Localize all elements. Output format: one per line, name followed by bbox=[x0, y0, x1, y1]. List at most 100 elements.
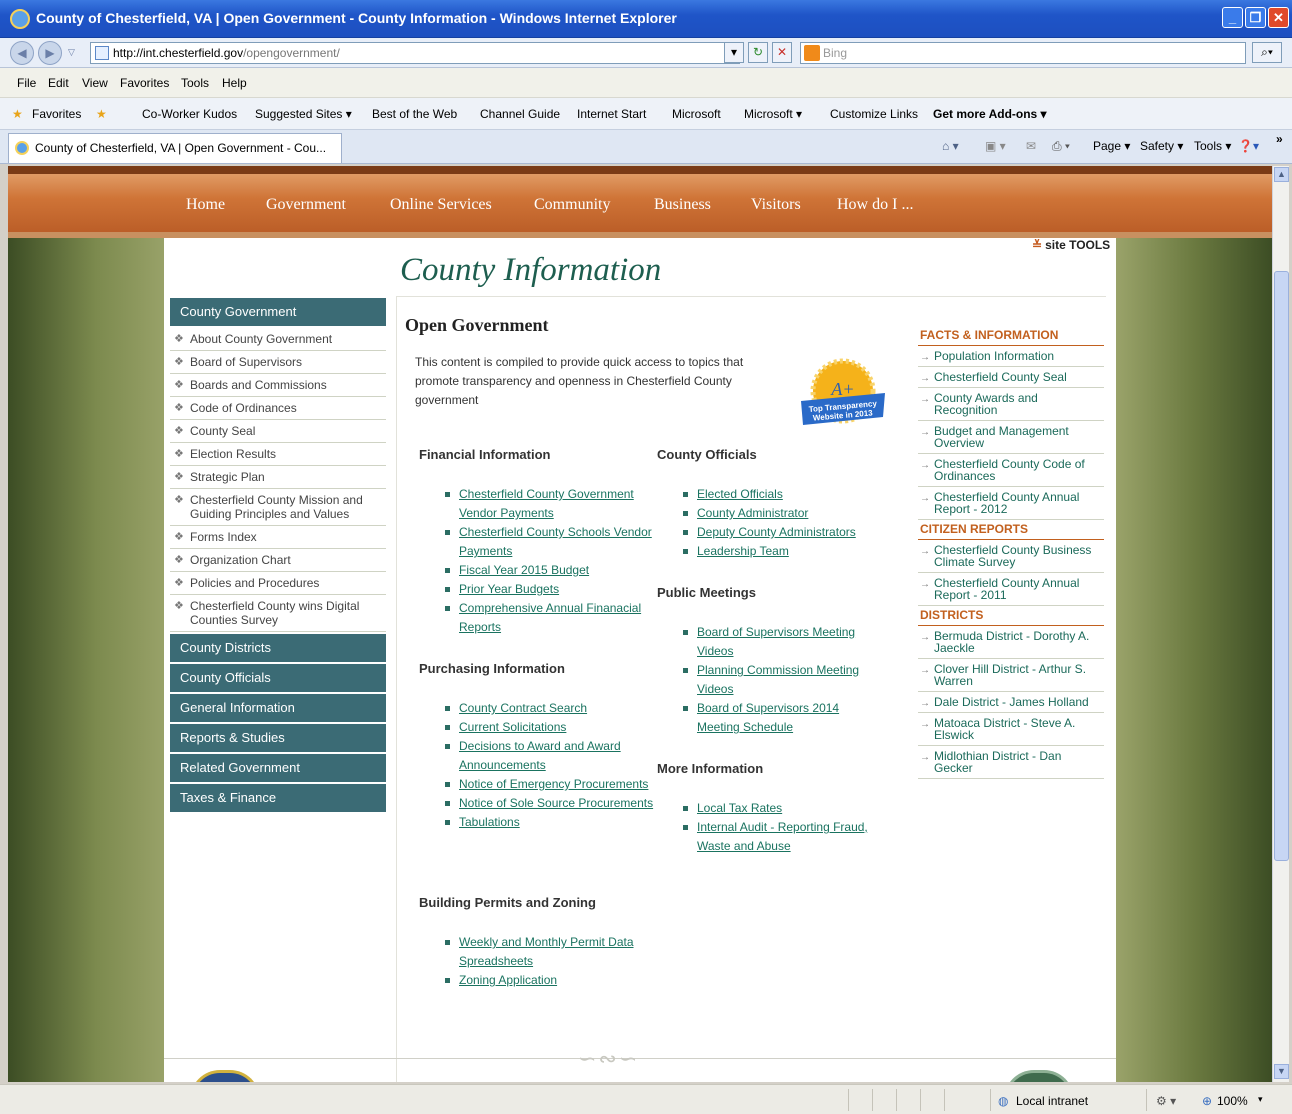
link-emergency-procurements[interactable]: Notice of Emergency Procurements bbox=[459, 777, 648, 791]
fav-internet-start[interactable]: Internet Start bbox=[577, 107, 646, 121]
leftnav-item[interactable]: ❖ Organization Chart bbox=[170, 549, 386, 572]
nav-how-do-i[interactable]: How do I ... bbox=[837, 196, 913, 214]
address-dropdown-button[interactable]: ▾ bbox=[724, 42, 744, 63]
link-tabulations[interactable]: Tabulations bbox=[459, 815, 520, 829]
link-elected-officials[interactable]: Elected Officials bbox=[697, 487, 783, 501]
fav-microsoft[interactable]: Microsoft bbox=[672, 107, 721, 121]
fav-customize-links[interactable]: Customize Links bbox=[830, 107, 918, 121]
close-button[interactable]: ✕ bbox=[1268, 7, 1289, 28]
leftnav-section-county-government[interactable]: County Government bbox=[170, 298, 386, 326]
facts-item[interactable]: → Population Information bbox=[918, 346, 1104, 367]
menu-favorites[interactable]: Favorites bbox=[120, 76, 169, 90]
link-bos-meeting-videos[interactable]: Board of Supervisors Meeting Videos bbox=[697, 625, 855, 658]
nav-community[interactable]: Community bbox=[534, 196, 610, 214]
district-item[interactable]: → Bermuda District - Dorothy A. Jaeckle bbox=[918, 626, 1104, 659]
fav-suggested-sites[interactable]: Suggested Sites ▾ bbox=[255, 107, 352, 121]
link-annual-financial-reports[interactable]: Comprehensive Annual Finanacial Reports bbox=[459, 601, 641, 634]
page-menu[interactable]: Page ▾ bbox=[1093, 139, 1130, 153]
link-schools-vendor-payments[interactable]: Chesterfield County Schools Vendor Payme… bbox=[459, 525, 652, 558]
fav-channel-guide[interactable]: Channel Guide bbox=[480, 107, 560, 121]
fav-best-of-web[interactable]: Best of the Web bbox=[372, 107, 457, 121]
facts-item[interactable]: → Chesterfield County Seal bbox=[918, 367, 1104, 388]
nav-online-services[interactable]: Online Services bbox=[390, 196, 492, 214]
link-prior-year-budgets[interactable]: Prior Year Budgets bbox=[459, 582, 559, 596]
leftnav-item[interactable]: ❖ Boards and Commissions bbox=[170, 374, 386, 397]
leftnav-item[interactable]: ❖ Forms Index bbox=[170, 526, 386, 549]
minimize-button[interactable]: _ bbox=[1222, 7, 1243, 28]
zoom-dropdown-icon[interactable]: ▾ bbox=[1258, 1094, 1263, 1105]
back-button[interactable]: ◀ bbox=[10, 41, 34, 65]
nav-government[interactable]: Government bbox=[266, 196, 346, 214]
fav-coworker-kudos[interactable]: Co-Worker Kudos bbox=[142, 107, 237, 121]
leftnav-section-reports-studies[interactable]: Reports & Studies bbox=[170, 724, 386, 752]
menu-help[interactable]: Help bbox=[222, 76, 247, 90]
protected-mode-icon[interactable]: ⚙ ▾ bbox=[1156, 1094, 1176, 1108]
nav-visitors[interactable]: Visitors bbox=[751, 196, 801, 214]
facts-item[interactable]: → Chesterfield County Code of Ordinances bbox=[918, 454, 1104, 487]
add-favorite-icon[interactable]: ★ bbox=[96, 107, 107, 121]
link-planning-commission-videos[interactable]: Planning Commission Meeting Videos bbox=[697, 663, 859, 696]
link-decisions-to-award[interactable]: Decisions to Award and Award Announcemen… bbox=[459, 739, 621, 772]
facts-item[interactable]: → Chesterfield County Annual Report - 201… bbox=[918, 487, 1104, 520]
home-icon[interactable]: ⌂ ▾ bbox=[942, 139, 959, 153]
leftnav-item[interactable]: ❖ Election Results bbox=[170, 443, 386, 466]
facts-item[interactable]: → County Awards and Recognition bbox=[918, 388, 1104, 421]
district-item[interactable]: → Matoaca District - Steve A. Elswick bbox=[918, 713, 1104, 746]
scroll-down-icon[interactable]: ▼ bbox=[1274, 1064, 1289, 1079]
link-permit-data[interactable]: Weekly and Monthly Permit Data Spreadshe… bbox=[459, 935, 634, 968]
feeds-icon[interactable]: ▣ ▾ bbox=[985, 139, 1006, 153]
link-sole-source[interactable]: Notice of Sole Source Procurements bbox=[459, 796, 653, 810]
leftnav-item[interactable]: ❖ County Seal bbox=[170, 420, 386, 443]
leftnav-item[interactable]: ❖ Code of Ordinances bbox=[170, 397, 386, 420]
link-county-administrator[interactable]: County Administrator bbox=[697, 506, 808, 520]
stop-button[interactable]: ✕ bbox=[772, 42, 792, 63]
link-local-tax-rates[interactable]: Local Tax Rates bbox=[697, 801, 782, 815]
link-government-vendor-payments[interactable]: Chesterfield County Government Vendor Pa… bbox=[459, 487, 634, 520]
restore-button[interactable]: ❐ bbox=[1245, 7, 1266, 28]
citizen-item[interactable]: → Chesterfield County Business Climate Su… bbox=[918, 540, 1104, 573]
search-button[interactable]: ⌕▾ bbox=[1252, 42, 1282, 63]
help-icon[interactable]: ❓▾ bbox=[1238, 139, 1259, 153]
nav-business[interactable]: Business bbox=[654, 196, 711, 214]
link-bos-2014-schedule[interactable]: Board of Supervisors 2014 Meeting Schedu… bbox=[697, 701, 839, 734]
leftnav-section-taxes-finance[interactable]: Taxes & Finance bbox=[170, 784, 386, 812]
history-dropdown-icon[interactable]: ▽ bbox=[68, 47, 75, 58]
zoom-level[interactable]: 100% bbox=[1217, 1094, 1248, 1108]
district-item[interactable]: → Midlothian District - Dan Gecker bbox=[918, 746, 1104, 779]
link-fy2015-budget[interactable]: Fiscal Year 2015 Budget bbox=[459, 563, 589, 577]
link-current-solicitations[interactable]: Current Solicitations bbox=[459, 720, 566, 734]
scrollbar-thumb[interactable] bbox=[1274, 271, 1289, 861]
leftnav-section-county-districts[interactable]: County Districts bbox=[170, 634, 386, 662]
leftnav-item[interactable]: ❖ Policies and Procedures bbox=[170, 572, 386, 595]
site-tools-button[interactable]: ≚ site TOOLS bbox=[1032, 238, 1110, 252]
leftnav-section-general-information[interactable]: General Information bbox=[170, 694, 386, 722]
leftnav-item[interactable]: ❖ About County Government bbox=[170, 328, 386, 351]
menu-file[interactable]: File bbox=[17, 76, 36, 90]
favorites-button[interactable]: Favorites bbox=[32, 107, 81, 121]
leftnav-section-county-officials[interactable]: County Officials bbox=[170, 664, 386, 692]
link-zoning-application[interactable]: Zoning Application bbox=[459, 973, 557, 987]
leftnav-section-related-government[interactable]: Related Government bbox=[170, 754, 386, 782]
url-input[interactable]: http://int.chesterfield.gov/opengovernme… bbox=[90, 42, 740, 64]
scroll-up-icon[interactable]: ▲ bbox=[1274, 167, 1289, 182]
print-icon[interactable]: ⎙ ▾ bbox=[1052, 139, 1070, 154]
forward-button[interactable]: ▶ bbox=[38, 41, 62, 65]
menu-tools[interactable]: Tools bbox=[181, 76, 209, 90]
fav-microsoft-folder[interactable]: Microsoft ▾ bbox=[744, 107, 802, 121]
menu-edit[interactable]: Edit bbox=[48, 76, 69, 90]
browser-tab[interactable]: County of Chesterfield, VA | Open Govern… bbox=[8, 133, 342, 163]
leftnav-item[interactable]: ❖ Chesterfield County wins Digital Counti… bbox=[170, 595, 386, 632]
facts-item[interactable]: → Budget and Management Overview bbox=[918, 421, 1104, 454]
refresh-button[interactable]: ↻ bbox=[748, 42, 768, 63]
safety-menu[interactable]: Safety ▾ bbox=[1140, 139, 1183, 153]
fav-get-addons[interactable]: Get more Add-ons ▾ bbox=[933, 107, 1047, 121]
search-input[interactable]: Bing bbox=[800, 42, 1246, 64]
leftnav-item[interactable]: ❖ Chesterfield County Mission and Guiding… bbox=[170, 489, 386, 526]
vertical-scrollbar[interactable]: ▲ ▼ bbox=[1272, 166, 1289, 1082]
tools-menu[interactable]: Tools ▾ bbox=[1194, 139, 1231, 153]
link-deputy-administrators[interactable]: Deputy County Administrators bbox=[697, 525, 856, 539]
menu-view[interactable]: View bbox=[82, 76, 108, 90]
more-commands-icon[interactable]: » bbox=[1276, 132, 1283, 146]
district-item[interactable]: → Clover Hill District - Arthur S. Warren bbox=[918, 659, 1104, 692]
link-internal-audit[interactable]: Internal Audit - Reporting Fraud, Waste … bbox=[697, 820, 868, 853]
